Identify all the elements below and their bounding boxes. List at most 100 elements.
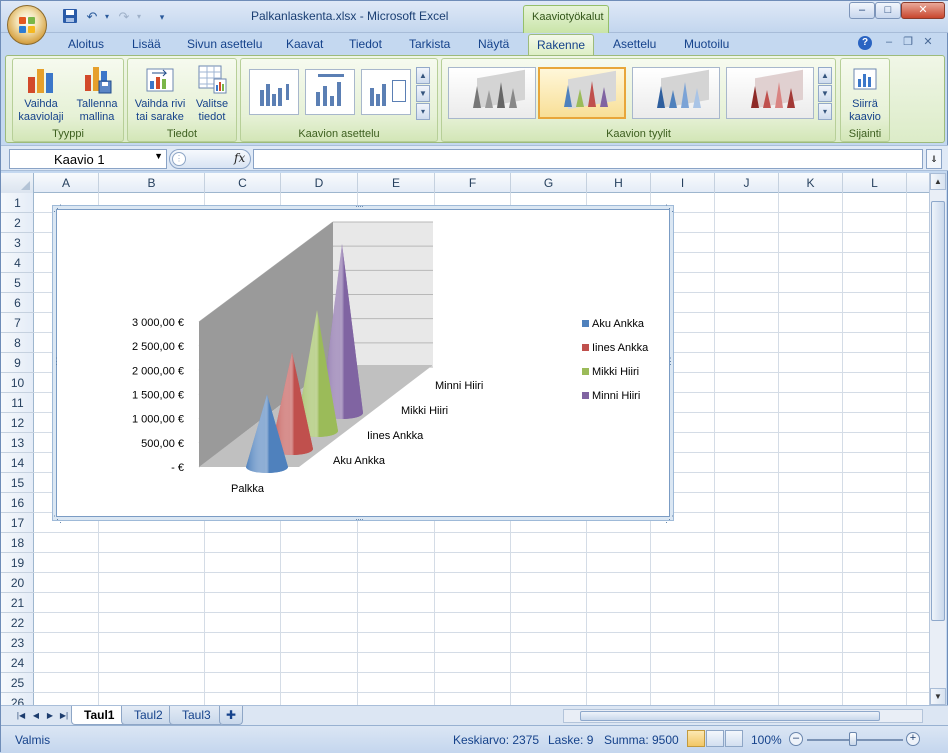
column-header-f[interactable]: F (435, 173, 511, 193)
horizontal-scrollbar[interactable] (563, 709, 923, 723)
tab-lisaa[interactable]: Lisää (132, 37, 161, 55)
vertical-scrollbar[interactable]: ▲ ▼ (929, 173, 946, 705)
zoom-level[interactable]: 100% (751, 733, 782, 747)
sheet-tab-taul1[interactable]: Taul1 (71, 706, 128, 725)
save-icon[interactable] (61, 8, 79, 26)
row-header-6[interactable]: 6 (1, 293, 34, 313)
column-header-a[interactable]: A (34, 173, 99, 193)
layout-gallery-up-icon[interactable]: ▲ (416, 67, 430, 84)
style-gallery-down-icon[interactable]: ▼ (818, 85, 832, 102)
row-header-9[interactable]: 9 (1, 353, 34, 373)
name-box[interactable]: Kaavio 1 ▼ (9, 149, 167, 169)
page-break-view-icon[interactable] (725, 730, 743, 747)
row-header-5[interactable]: 5 (1, 273, 34, 293)
close-button[interactable]: ✕ (901, 2, 945, 19)
minimize-button[interactable]: – (849, 2, 875, 19)
workbook-minimize-icon[interactable]: – (882, 35, 896, 49)
row-header-21[interactable]: 21 (1, 593, 34, 613)
zoom-out-icon[interactable]: – (789, 732, 803, 746)
column-header-k[interactable]: K (779, 173, 843, 193)
row-header-17[interactable]: 17 (1, 513, 34, 533)
workbook-close-icon[interactable]: ✕ (921, 35, 935, 49)
column-header-i[interactable]: I (651, 173, 715, 193)
column-header-b[interactable]: B (99, 173, 205, 193)
row-header-24[interactable]: 24 (1, 653, 34, 673)
row-header-12[interactable]: 12 (1, 413, 34, 433)
column-header-h[interactable]: H (587, 173, 651, 193)
row-header-1[interactable]: 1 (1, 193, 34, 213)
expand-formula-bar-icon[interactable]: ⇓ (926, 149, 942, 169)
row-header-25[interactable]: 25 (1, 673, 34, 693)
select-all-corner[interactable] (1, 173, 34, 193)
tab-aloitus[interactable]: Aloitus (68, 37, 104, 55)
style-gallery-up-icon[interactable]: ▲ (818, 67, 832, 84)
row-header-19[interactable]: 19 (1, 553, 34, 573)
row-header-13[interactable]: 13 (1, 433, 34, 453)
row-header-26[interactable]: 26 (1, 693, 34, 705)
row-header-15[interactable]: 15 (1, 473, 34, 493)
tab-sivun-asettelu[interactable]: Sivun asettelu (187, 37, 262, 55)
chart-style-red[interactable] (726, 67, 814, 119)
row-header-16[interactable]: 16 (1, 493, 34, 513)
column-header-c[interactable]: C (205, 173, 281, 193)
tab-nayta[interactable]: Näytä (478, 37, 509, 55)
column-header-l[interactable]: L (843, 173, 907, 193)
tab-muotoilu[interactable]: Muotoilu (684, 37, 729, 55)
column-header-g[interactable]: G (511, 173, 587, 193)
horizontal-scroll-thumb[interactable] (580, 711, 880, 721)
row-header-10[interactable]: 10 (1, 373, 34, 393)
undo-dropdown-icon[interactable]: ▾ (98, 8, 116, 26)
row-header-22[interactable]: 22 (1, 613, 34, 633)
row-header-14[interactable]: 14 (1, 453, 34, 473)
scroll-down-icon[interactable]: ▼ (930, 688, 946, 705)
page-layout-view-icon[interactable] (706, 730, 724, 747)
switch-row-column-button[interactable]: Vaihda rivi tai sarake (130, 63, 190, 124)
zoom-in-icon[interactable]: + (906, 732, 920, 746)
select-data-button[interactable]: Valitse tiedot (188, 63, 236, 124)
resize-handle-n[interactable]: ···· (355, 202, 364, 211)
chart-style-blue[interactable] (632, 67, 720, 119)
move-chart-button[interactable]: Siirrä kaavio (841, 63, 889, 124)
chart-style-colorful-selected[interactable] (538, 67, 626, 119)
first-sheet-icon[interactable]: |◀ (15, 709, 27, 723)
tab-tarkista[interactable]: Tarkista (409, 37, 450, 55)
tab-kaavat[interactable]: Kaavat (286, 37, 323, 55)
worksheet-grid[interactable]: ABCDEFGHIJKL 1 2 3 4 5 6 7 8 9 10 11 12 13 14 15 16 17 18… (1, 173, 929, 705)
chart-style-gray[interactable] (448, 67, 536, 119)
style-gallery-more-icon[interactable]: ▾ (818, 103, 832, 120)
tab-tiedot[interactable]: Tiedot (349, 37, 382, 55)
next-sheet-icon[interactable]: ▶ (44, 709, 56, 723)
chart-layout-3[interactable] (361, 69, 411, 115)
row-header-3[interactable]: 3 (1, 233, 34, 253)
layout-gallery-down-icon[interactable]: ▼ (416, 85, 430, 102)
row-header-20[interactable]: 20 (1, 573, 34, 593)
row-header-4[interactable]: 4 (1, 253, 34, 273)
column-header-d[interactable]: D (281, 173, 358, 193)
row-header-7[interactable]: 7 (1, 313, 34, 333)
row-header-2[interactable]: 2 (1, 213, 34, 233)
row-header-11[interactable]: 11 (1, 393, 34, 413)
insert-sheet-icon[interactable]: ✚ (219, 706, 244, 725)
row-header-18[interactable]: 18 (1, 533, 34, 553)
change-chart-type-button[interactable]: Vaihda kaaviolaji (15, 63, 67, 124)
chart-layout-1[interactable] (249, 69, 299, 115)
layout-gallery-more-icon[interactable]: ▾ (416, 103, 430, 120)
formula-input[interactable] (253, 149, 923, 169)
customize-qat-icon[interactable]: ▾ (153, 8, 171, 26)
chart-object[interactable]: ⋰ ···· ⋱ ⋮ ⋮ ⋱ ···· ⋰ - €500,00 €1 000,0… (52, 202, 675, 524)
last-sheet-icon[interactable]: ▶| (58, 709, 70, 723)
name-box-dropdown-icon[interactable]: ▼ (154, 151, 163, 161)
zoom-slider-knob[interactable] (849, 732, 857, 746)
normal-view-icon[interactable] (687, 730, 705, 747)
maximize-button[interactable]: □ (875, 2, 901, 19)
help-icon[interactable]: ? (858, 36, 872, 50)
vertical-scroll-thumb[interactable] (931, 201, 945, 621)
column-header-e[interactable]: E (358, 173, 435, 193)
prev-sheet-icon[interactable]: ◀ (30, 709, 42, 723)
tab-asettelu[interactable]: Asettelu (613, 37, 656, 55)
column-header-j[interactable]: J (715, 173, 779, 193)
row-header-8[interactable]: 8 (1, 333, 34, 353)
save-as-template-button[interactable]: Tallenna mallina (71, 63, 123, 124)
redo-dropdown-icon[interactable]: ▾ (130, 8, 148, 26)
scroll-up-icon[interactable]: ▲ (930, 173, 946, 190)
